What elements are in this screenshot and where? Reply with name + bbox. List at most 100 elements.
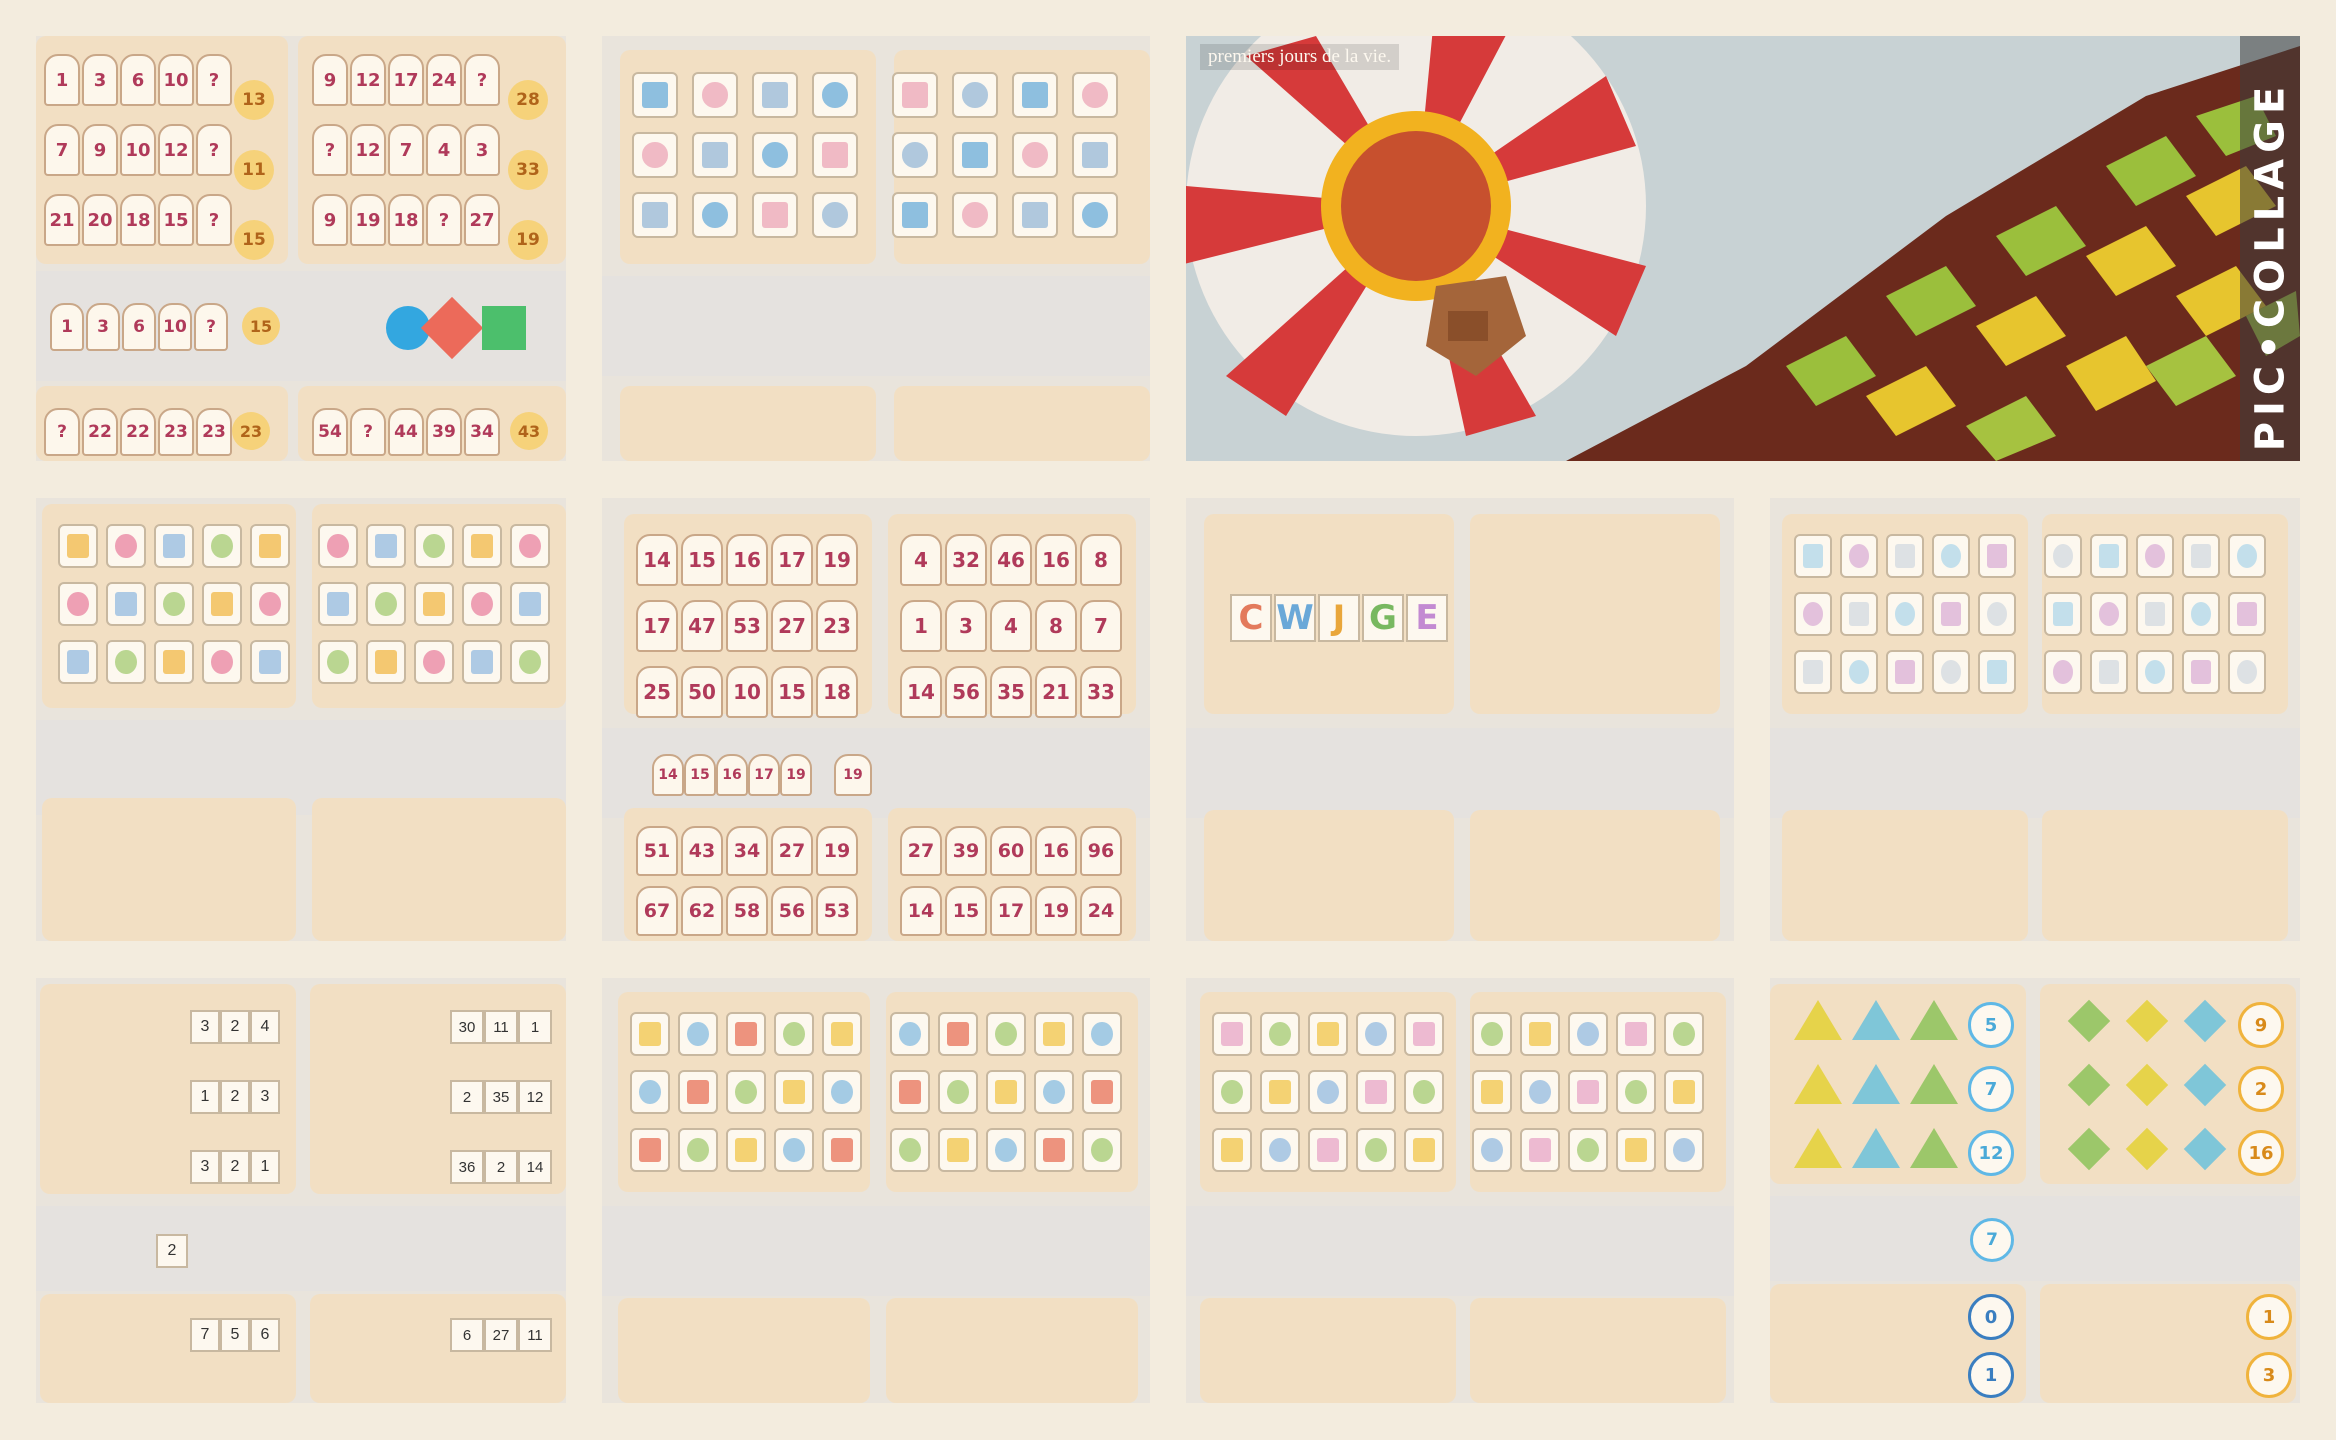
pattern-card — [1932, 534, 1970, 578]
pattern-card — [1664, 1128, 1704, 1172]
pattern-shape — [1317, 1022, 1339, 1046]
pattern-card — [678, 1070, 718, 1114]
pattern-card — [1308, 1128, 1348, 1172]
pattern-card — [774, 1128, 814, 1172]
puzzle-sheet-bottom-right — [1470, 1298, 1726, 1403]
puzzle-sheet-right: 30 11 1 2 35 12 36 2 14 — [310, 984, 566, 1194]
pattern-shape — [822, 82, 848, 108]
photo-hot-air-balloon-illustration: premiers jours de la vie. PIC•COLLAGE — [1186, 36, 2300, 461]
pattern-shape — [67, 650, 89, 674]
pattern-card — [726, 1012, 766, 1056]
pattern-shape — [2236, 602, 2258, 626]
pattern-shape — [375, 592, 397, 616]
number-box: 11 — [518, 1318, 552, 1352]
answer-circle: 1 — [1968, 1352, 2014, 1398]
pattern-shape — [1625, 1138, 1647, 1162]
pattern-shape — [783, 1022, 805, 1046]
pattern-shape — [1577, 1138, 1599, 1162]
example-lane: 7 — [1770, 1196, 2300, 1281]
pattern-shape — [519, 534, 541, 558]
number-card: 27 — [900, 826, 942, 876]
number-card: 1 — [50, 303, 84, 351]
pattern-card — [154, 640, 194, 684]
pattern-card — [1886, 534, 1924, 578]
puzzle-sheet-bottom-right: 13 — [2040, 1284, 2296, 1403]
pattern-shape — [1365, 1138, 1387, 1162]
number-card: 32 — [945, 534, 987, 586]
pattern-shape — [471, 534, 493, 558]
pattern-shape — [687, 1022, 709, 1046]
number-box: 2 — [220, 1150, 250, 1184]
pattern-shape — [2190, 602, 2212, 626]
pattern-card — [952, 132, 998, 178]
number-card: 21 — [44, 194, 80, 246]
pattern-card — [1886, 650, 1924, 694]
pattern-shape — [1986, 602, 2008, 626]
pattern-card — [2090, 592, 2128, 636]
number-card: ? — [196, 54, 232, 106]
number-box: 2 — [450, 1080, 484, 1114]
pattern-shape — [1221, 1022, 1243, 1046]
pattern-shape — [1848, 544, 1870, 568]
number-card: 14 — [652, 754, 684, 796]
number-card: 17 — [748, 754, 780, 796]
pattern-shape — [822, 142, 848, 168]
pattern-shape — [735, 1022, 757, 1046]
pattern-card — [318, 582, 358, 626]
pattern-shape — [962, 142, 988, 168]
pattern-card — [202, 524, 242, 568]
pattern-shape — [702, 142, 728, 168]
number-card: 24 — [1080, 886, 1122, 936]
pattern-card — [462, 640, 502, 684]
pattern-card — [2136, 592, 2174, 636]
number-box: 36 — [450, 1150, 484, 1184]
pattern-card — [938, 1128, 978, 1172]
number-card: 3 — [945, 600, 987, 652]
pattern-card — [822, 1070, 862, 1114]
number-card: 7 — [44, 124, 80, 176]
number-card: 43 — [681, 826, 723, 876]
number-card: 6 — [122, 303, 156, 351]
number-card: 27 — [771, 600, 813, 652]
pattern-card — [2044, 534, 2082, 578]
example-lane — [1186, 1206, 1734, 1296]
pattern-shape — [115, 534, 137, 558]
pattern-shape — [1365, 1080, 1387, 1104]
number-card: 22 — [120, 408, 156, 456]
pattern-card — [1260, 1012, 1300, 1056]
number-card: 50 — [681, 666, 723, 718]
number-card: 44 — [388, 408, 424, 456]
pattern-card — [812, 192, 858, 238]
puzzle-sheet-left: 324123321 — [40, 984, 296, 1194]
pattern-shape — [1413, 1022, 1435, 1046]
pattern-shape — [1802, 544, 1824, 568]
pattern-card — [1520, 1070, 1560, 1114]
pattern-shape — [1269, 1022, 1291, 1046]
photo-letters-shapes-puzzle: CWJGE — [1186, 498, 1734, 941]
pattern-card — [510, 582, 550, 626]
puzzle-sheet-bottom-right: 6 27 11 — [310, 1294, 566, 1403]
number-card: ? — [196, 194, 232, 246]
pattern-shape — [1269, 1080, 1291, 1104]
pattern-shape — [1481, 1138, 1503, 1162]
pattern-shape — [947, 1138, 969, 1162]
pattern-card — [986, 1070, 1026, 1114]
number-card: 58 — [726, 886, 768, 936]
pattern-card — [510, 524, 550, 568]
puzzle-sheet-bottom-right — [894, 386, 1150, 461]
pattern-card — [58, 524, 98, 568]
photo-overlay-number-puzzle: 324123321 30 11 1 2 35 12 36 2 14 2 756 6 27 11 — [36, 978, 566, 1403]
pattern-card — [1616, 1012, 1656, 1056]
pattern-shape — [163, 650, 185, 674]
number-box: 27 — [484, 1318, 518, 1352]
pattern-shape — [1022, 142, 1048, 168]
example-lane: 2 — [36, 1206, 566, 1291]
pattern-card — [2136, 534, 2174, 578]
answer-circle: 23 — [232, 412, 270, 450]
pattern-shape — [2144, 660, 2166, 684]
letter-card: J — [1318, 594, 1360, 642]
pattern-card — [1520, 1128, 1560, 1172]
number-box: 2 — [220, 1010, 250, 1044]
triangle-shape — [1794, 1064, 1842, 1104]
answer-circle: 11 — [234, 150, 274, 190]
